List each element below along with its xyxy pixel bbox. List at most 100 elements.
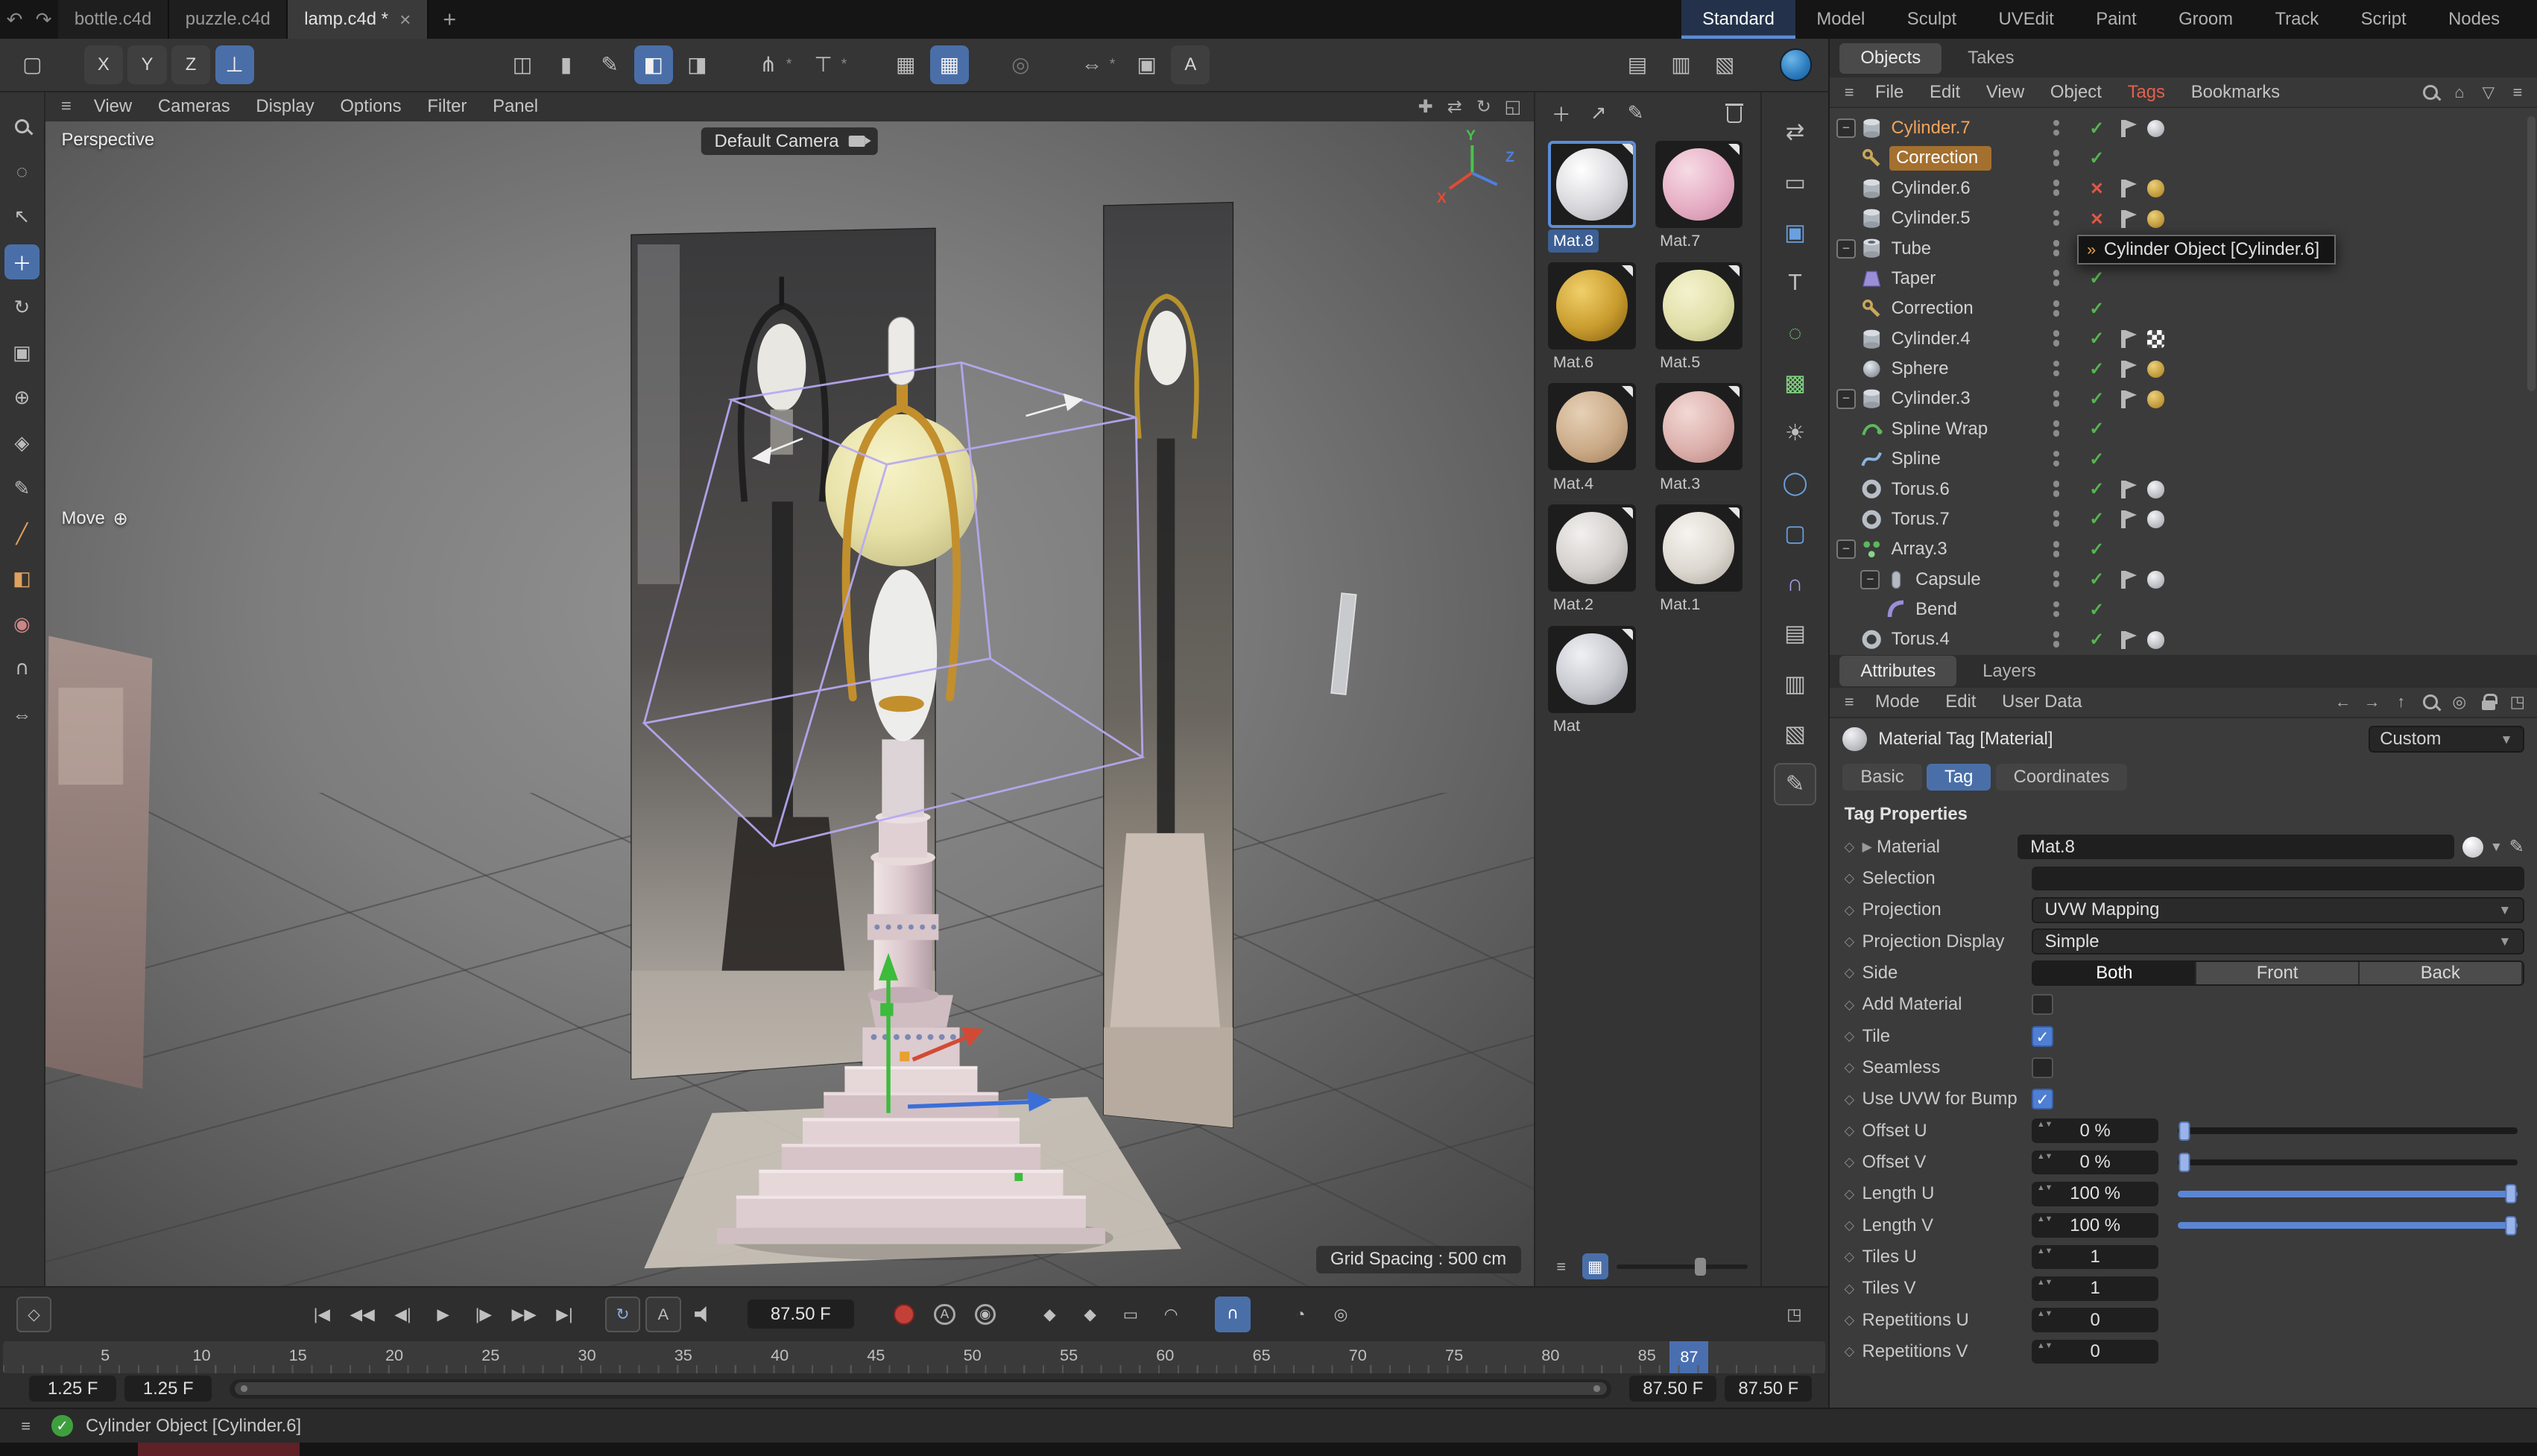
bend-deformer-icon[interactable]: ∩: [1774, 563, 1816, 604]
delete-material-icon[interactable]: [1719, 97, 1751, 129]
object-row[interactable]: Correction✓: [1830, 294, 2537, 323]
phong-tag-icon[interactable]: [2121, 330, 2126, 348]
coordinate-system-button[interactable]: ⊥: [215, 45, 254, 84]
object-name[interactable]: Tube: [1889, 236, 1941, 260]
enabled-check-icon[interactable]: ✓: [2085, 148, 2108, 169]
material-mini-ball-icon[interactable]: [2462, 837, 2483, 858]
object-name[interactable]: Torus.7: [1889, 507, 1959, 531]
tab-objects[interactable]: Objects: [1839, 43, 1942, 74]
add-material-checkbox[interactable]: [2032, 994, 2053, 1015]
camera-dolly-icon[interactable]: ⇄: [1440, 96, 1469, 118]
visibility-dots[interactable]: [2053, 631, 2060, 648]
sculpt-pencil-icon[interactable]: ✎: [1774, 763, 1816, 805]
scale-tool-icon[interactable]: ▣: [4, 335, 40, 370]
pen-tool-icon[interactable]: ✎: [4, 471, 40, 507]
sound-toggle-icon[interactable]: [686, 1297, 721, 1332]
key-parameter-icon[interactable]: ◠: [1153, 1297, 1189, 1332]
uvw-tag-icon[interactable]: [2147, 330, 2165, 348]
rect-select-icon[interactable]: ▭: [1774, 162, 1816, 203]
phong-tag-icon[interactable]: [2121, 571, 2126, 589]
object-menu-icon[interactable]: ≡: [1836, 79, 1863, 105]
layout-model[interactable]: Model: [1795, 0, 1886, 39]
material-tag-icon[interactable]: [2147, 210, 2165, 228]
material-item[interactable]: Mat: [1548, 626, 1642, 738]
goto-start-icon[interactable]: |◀: [304, 1297, 340, 1332]
history-back-icon[interactable]: ←: [2330, 689, 2356, 715]
key-diamond-icon[interactable]: ◇: [1845, 1028, 1863, 1044]
enabled-check-icon[interactable]: ✓: [2085, 388, 2108, 410]
phong-tag-icon[interactable]: [2121, 120, 2126, 138]
rig-tool-icon[interactable]: ⊤: [804, 45, 843, 84]
zoom-tool-icon[interactable]: [4, 108, 40, 144]
axis-lock-y-button[interactable]: Y: [127, 45, 166, 84]
key-diamond-icon[interactable]: ◇: [1845, 1281, 1863, 1297]
object-name[interactable]: Cylinder.7: [1889, 116, 1980, 140]
rig-settings-icon[interactable]: *: [841, 56, 854, 73]
disabled-x-icon[interactable]: ×: [2085, 176, 2108, 200]
spinner-arrows-icon[interactable]: ▲▼: [2037, 1341, 2053, 1351]
material-item[interactable]: Mat.1: [1655, 504, 1749, 616]
object-name[interactable]: Spline: [1889, 447, 1950, 471]
material-tag-icon[interactable]: [2147, 481, 2165, 498]
key-diamond-icon[interactable]: ◇: [1845, 1312, 1863, 1328]
new-tab-button[interactable]: +: [429, 0, 470, 39]
om-menu-edit[interactable]: Edit: [1917, 82, 1974, 103]
status-menu-icon[interactable]: ≡: [13, 1413, 39, 1439]
thumbnail-size-slider[interactable]: [1617, 1264, 1748, 1270]
camera-slot-icon[interactable]: ▥: [1774, 663, 1816, 705]
enabled-check-icon[interactable]: ✓: [2085, 629, 2108, 651]
length-v-slider[interactable]: [2178, 1222, 2518, 1229]
key-diamond-icon[interactable]: ◇: [1845, 965, 1863, 981]
history-forward-icon[interactable]: →: [2359, 689, 2385, 715]
object-row[interactable]: Torus.7 ✓: [1830, 504, 2537, 534]
enabled-check-icon[interactable]: ✓: [2085, 508, 2108, 530]
visibility-dots[interactable]: [2053, 330, 2060, 346]
object-row[interactable]: −Array.3✓: [1830, 534, 2537, 564]
range-start-field[interactable]: 1.25 F: [29, 1376, 116, 1402]
use-uvw-checkbox[interactable]: ✓: [2032, 1089, 2053, 1110]
tab-tag[interactable]: Tag: [1927, 764, 1991, 791]
visibility-dots[interactable]: [2053, 120, 2060, 136]
eyedropper-icon[interactable]: ✎: [2509, 836, 2524, 858]
search-icon[interactable]: [2417, 79, 2443, 105]
panel-menu-icon[interactable]: ≡: [2505, 79, 2531, 105]
length-u-slider[interactable]: [2178, 1191, 2518, 1197]
material-tag-icon[interactable]: [2147, 180, 2165, 197]
enabled-check-icon[interactable]: ✓: [2085, 449, 2108, 470]
prev-frame-icon[interactable]: ◀|: [385, 1297, 421, 1332]
object-name[interactable]: Array.3: [1889, 537, 1956, 561]
visibility-dots[interactable]: [2053, 541, 2060, 557]
offset-u-field[interactable]: ▲▼0 %: [2032, 1118, 2158, 1143]
object-row[interactable]: Torus.6✓: [1830, 474, 2537, 504]
viewport-layout-icon[interactable]: ▢: [13, 45, 51, 84]
keyframe-mode-button[interactable]: ◇: [16, 1297, 52, 1332]
cube-icon[interactable]: ▣: [1774, 212, 1816, 253]
viewport-menu-view[interactable]: View: [81, 96, 145, 117]
tab-layers[interactable]: Layers: [1962, 656, 2057, 686]
redo-icon[interactable]: ↷: [29, 0, 58, 39]
next-key-icon[interactable]: ▶▶: [506, 1297, 542, 1332]
object-row[interactable]: Cylinder.6×: [1830, 174, 2537, 203]
material-link-field[interactable]: Mat.8: [2018, 835, 2454, 859]
visibility-dots[interactable]: [2053, 210, 2060, 227]
workplane-icon[interactable]: ▣: [1128, 45, 1166, 84]
navigation-icon[interactable]: ⇄: [1774, 112, 1816, 153]
om-menu-file[interactable]: File: [1863, 82, 1917, 103]
material-item[interactable]: Mat.2: [1548, 504, 1642, 616]
key-diamond-icon[interactable]: ◇: [1845, 1123, 1863, 1139]
material-item[interactable]: Mat.6: [1548, 262, 1642, 374]
collapse-icon[interactable]: −: [1836, 118, 1856, 138]
object-row[interactable]: −Cylinder.7✓: [1830, 113, 2537, 143]
key-diamond-icon[interactable]: ◇: [1845, 934, 1863, 949]
viewport-menu-options[interactable]: Options: [327, 96, 414, 117]
play-icon[interactable]: ▶: [426, 1297, 461, 1332]
knife-tool-icon[interactable]: ╱: [4, 516, 40, 551]
record-keyframe-button[interactable]: [886, 1297, 922, 1332]
visibility-dots[interactable]: [2053, 601, 2060, 618]
range-start-field-2[interactable]: 1.25 F: [124, 1376, 212, 1402]
picture-viewer-icon[interactable]: ▥: [1662, 45, 1701, 84]
key-scale-icon[interactable]: ◆: [1072, 1297, 1108, 1332]
key-diamond-icon[interactable]: ◇: [1845, 1343, 1863, 1359]
phong-tag-icon[interactable]: [2121, 180, 2126, 197]
side-back-button[interactable]: Back: [2360, 962, 2523, 985]
